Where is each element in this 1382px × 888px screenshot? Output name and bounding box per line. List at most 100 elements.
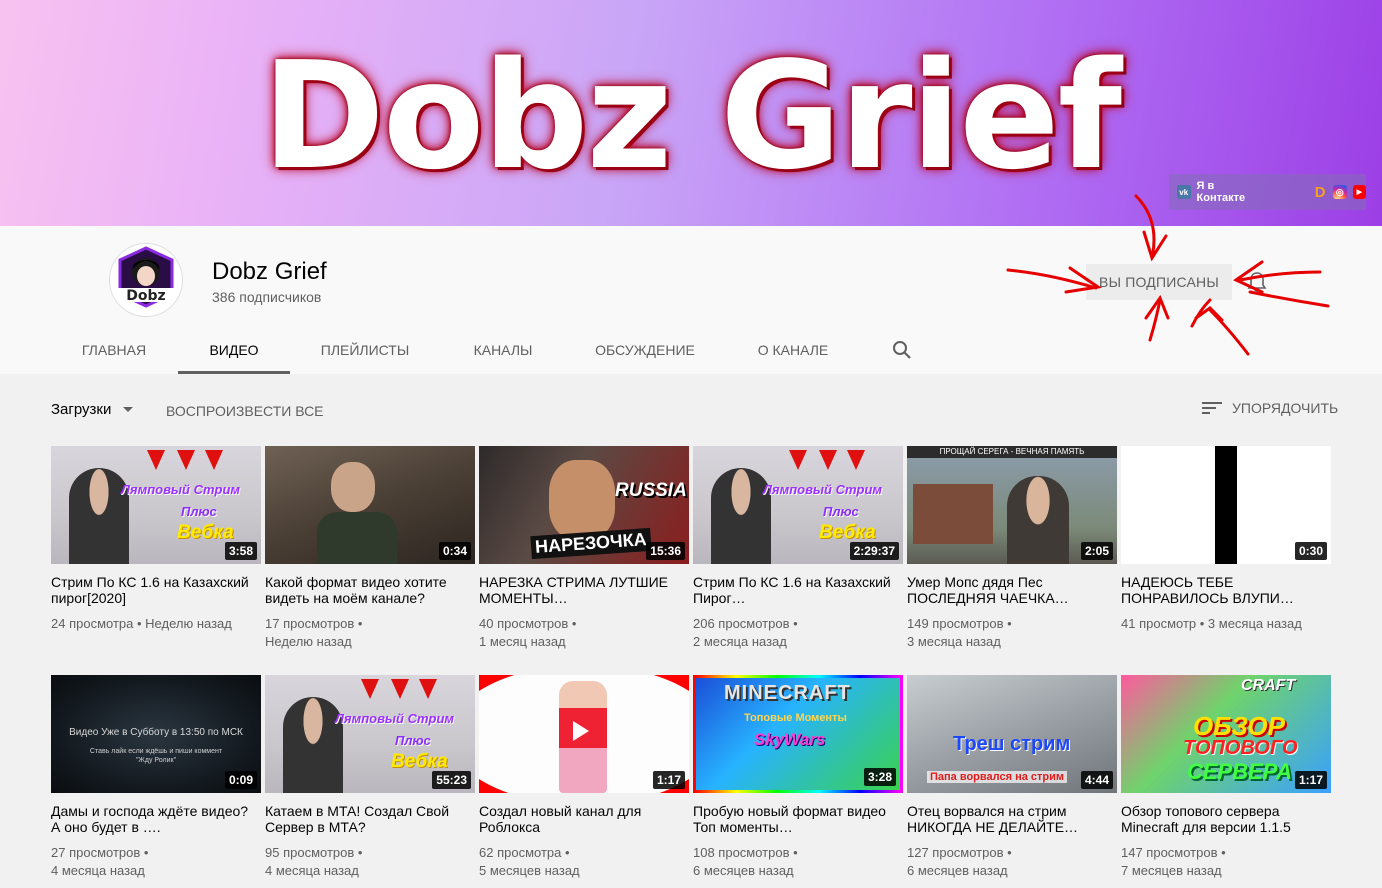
vk-link[interactable]: Я в Контакте [1197,180,1264,204]
video-thumbnail[interactable]: Видео Уже в Субботу в 13:50 по МСК Ставь… [51,675,261,793]
video-title[interactable]: Пробую новый формат видео Топ моменты… [693,803,903,835]
uploads-label: Загрузки [51,401,112,418]
upload-age: Неделю назад [265,634,352,649]
upload-age: 6 месяцев назад [693,863,794,878]
upload-age: 7 месяцев назад [1121,863,1222,878]
video-thumbnail[interactable]: 0:30 [1121,446,1331,564]
tab-home[interactable]: ГЛАВНАЯ [50,326,178,374]
thumb-text: НАРЕЗОЧКА [530,527,652,560]
view-count: 24 просмотра [51,616,134,631]
video-title[interactable]: Отец ворвался на стрим НИКОГДА НЕ ДЕЛАЙТ… [907,803,1117,835]
thumb-text: CRAFT [1241,677,1296,694]
arrow-icon [147,450,165,470]
view-count: 147 просмотров [1121,845,1218,860]
video-card[interactable]: 1:17 Создал новый канал для Роблокса 62 … [479,675,689,888]
video-title[interactable]: Катаем в МТА! Создал Свой Сервер в МТА? [265,803,475,835]
video-card[interactable]: Лямповый Стрим Плюс Вебка 2:29:37 Стрим … [693,446,903,659]
video-duration: 15:36 [646,542,685,560]
sort-button[interactable]: УПОРЯДОЧИТЬ [1202,400,1338,416]
thumb-text: Вебка [177,522,234,543]
play-all-button[interactable]: ВОСПРОИЗВЕСТИ ВСЕ [166,403,324,419]
video-title[interactable]: Умер Мопс дядя Пес ПОСЛЕДНЯЯ ЧАЕЧКА… [907,574,1117,606]
video-thumbnail[interactable]: Лямповый Стрим Плюс Вебка 55:23 [265,675,475,793]
video-thumbnail[interactable]: CRAFT ОБЗОР ТОПОВОГО СЕРВЕРА 1:17 [1121,675,1331,793]
video-title[interactable]: Стрим По КС 1.6 на Казахский пирог[2020] [51,574,261,606]
tab-channels[interactable]: КАНАЛЫ [440,326,566,374]
video-title[interactable]: НАДЕЮСЬ ТЕБЕ ПОНРАВИЛОСЬ ВЛУПИ… [1121,574,1331,606]
arrow-icon [391,679,409,699]
video-thumbnail[interactable]: Треш стрим Папа ворвался на стрим 4:44 [907,675,1117,793]
channel-tabs: ГЛАВНАЯ ВИДЕО ПЛЕЙЛИСТЫ КАНАЛЫ ОБСУЖДЕНИ… [50,326,911,374]
subscriber-count: 386 подписчиков [212,289,322,305]
video-card[interactable]: Видео Уже в Субботу в 13:50 по МСК Ставь… [51,675,261,888]
thumb-person [283,697,343,793]
thumb-text: ТОПОВОГО [1183,737,1298,759]
upload-age: 5 месяцев назад [479,863,580,878]
donationalerts-icon[interactable]: D [1313,184,1327,201]
thumb-text: Лямповый Стрим [121,482,241,497]
notification-bell-icon[interactable] [1247,271,1267,293]
video-thumbnail[interactable]: 0:34 [265,446,475,564]
youtube-icon[interactable]: ▶ [1352,185,1367,199]
video-card[interactable]: Треш стрим Папа ворвался на стрим 4:44 О… [907,675,1117,888]
tab-discussion[interactable]: ОБСУЖДЕНИЕ [566,326,724,374]
video-meta: 62 просмотра • 5 месяцев назад [479,845,580,878]
video-card[interactable]: RUSSIA НАРЕЗОЧКА 15:36 НАРЕЗКА СТРИМА ЛУ… [479,446,689,659]
video-card[interactable]: ПРОЩАЙ СЕРЕГА - ВЕЧНАЯ ПАМЯТЬ 2:05 Умер … [907,446,1117,659]
video-meta: 149 просмотров • 3 месяца назад [907,616,1012,649]
video-thumbnail[interactable]: Лямповый Стрим Плюс Вебка 3:58 [51,446,261,564]
video-meta: 17 просмотров • Неделю назад [265,616,363,649]
video-title[interactable]: Дамы и господа ждёте видео? А оно будет … [51,803,261,835]
video-card[interactable]: CRAFT ОБЗОР ТОПОВОГО СЕРВЕРА 1:17 Обзор … [1121,675,1331,888]
video-card[interactable]: Лямповый Стрим Плюс Вебка 55:23 Катаем в… [265,675,475,888]
uploads-dropdown[interactable]: Загрузки [51,401,134,418]
thumb-person [331,462,375,512]
thumb-text: Плюс [181,504,217,519]
instagram-icon[interactable]: ◎ [1332,185,1347,199]
thumb-text: MINECRAFT [724,682,851,704]
upload-age: 3 месяца назад [907,634,1001,649]
arrow-icon [847,450,865,470]
arrow-icon [177,450,195,470]
subscribed-button[interactable]: ВЫ ПОДПИСАНЫ [1086,264,1232,300]
thumb-text: RUSSIA [615,480,687,501]
thumb-person [711,468,771,564]
video-title[interactable]: Обзор топового сервера Minecraft для вер… [1121,803,1331,835]
video-thumbnail[interactable]: Лямповый Стрим Плюс Вебка 2:29:37 [693,446,903,564]
video-meta: 147 просмотров • 7 месяцев назад [1121,845,1226,878]
video-duration: 0:34 [438,542,471,560]
arrow-icon [361,679,379,699]
thumb-text: Лямповый Стрим [335,711,455,726]
video-title[interactable]: НАРЕЗКА СТРИМА ЛУТШИЕ МОМЕНТЫ… [479,574,689,606]
video-card[interactable]: 0:30 НАДЕЮСЬ ТЕБЕ ПОНРАВИЛОСЬ ВЛУПИ… 41 … [1121,446,1331,659]
video-card[interactable]: MINECRAFT Топовые Моменты SkyWars 3:28 П… [693,675,903,888]
video-meta: 24 просмотра • Неделю назад [51,616,232,631]
upload-age: 6 месяцев назад [907,863,1008,878]
video-card[interactable]: Лямповый Стрим Плюс Вебка 3:58 Стрим По … [51,446,261,659]
view-count: 40 просмотров [479,616,569,631]
thumb-text: SkyWars [754,730,826,749]
thumb-text: Треш стрим [953,733,1071,755]
channel-header: Dobz Dobz Grief 386 подписчиков ВЫ ПОДПИ… [0,226,1382,374]
channel-name: Dobz Grief [212,258,327,285]
video-thumbnail[interactable]: MINECRAFT Топовые Моменты SkyWars 3:28 [693,675,903,793]
search-icon[interactable] [890,338,914,362]
video-thumbnail[interactable]: 1:17 [479,675,689,793]
video-title[interactable]: Какой формат видео хотите видеть на моём… [265,574,475,606]
video-duration: 1:17 [652,771,685,789]
video-thumbnail[interactable]: RUSSIA НАРЕЗОЧКА 15:36 [479,446,689,564]
video-meta: 127 просмотров • 6 месяцев назад [907,845,1012,878]
tab-about[interactable]: О КАНАЛЕ [724,326,862,374]
channel-avatar[interactable]: Dobz [109,243,183,317]
thumb-text: Ставь лайк если ждёшь и пиши коммент "Жду… [89,748,223,764]
video-card[interactable]: 0:34 Какой формат видео хотите видеть на… [265,446,475,659]
video-duration: 3:28 [863,768,896,786]
video-title[interactable]: Стрим По КС 1.6 на Казахский Пирог… [693,574,903,606]
tab-playlists[interactable]: ПЛЕЙЛИСТЫ [290,326,440,374]
thumb-person [1007,476,1069,564]
tab-videos[interactable]: ВИДЕО [178,326,290,374]
vk-icon[interactable]: vk [1177,185,1191,199]
video-meta: 108 просмотров • 6 месяцев назад [693,845,798,878]
video-title[interactable]: Создал новый канал для Роблокса [479,803,689,835]
video-thumbnail[interactable]: ПРОЩАЙ СЕРЕГА - ВЕЧНАЯ ПАМЯТЬ 2:05 [907,446,1117,564]
